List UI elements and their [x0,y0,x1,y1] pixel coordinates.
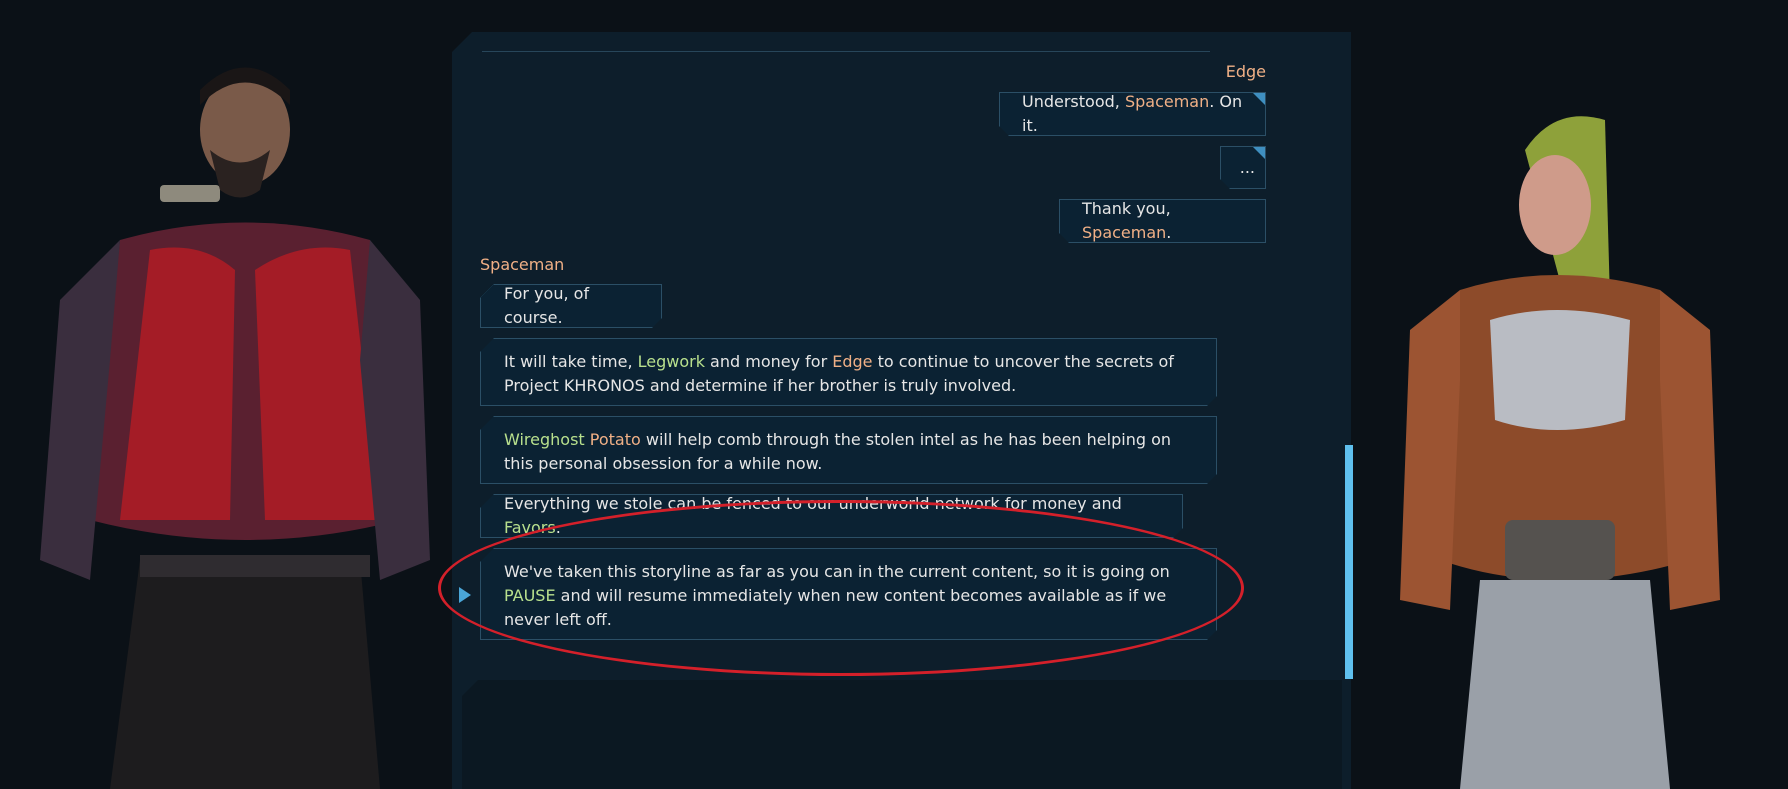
right-character-portrait [1400,116,1720,789]
dialog-scrollbar-thumb[interactable] [1345,445,1353,679]
speaker-name-edge: Edge [1225,62,1266,81]
dialog-line-text: Thank you, Spaceman. [1082,199,1172,242]
dialog-line-text: ... [1239,157,1255,177]
bubble-corner-marker [1253,147,1265,159]
dialog-line: Thank you, Spaceman. [1059,199,1266,243]
dialog-line-text: It will take time, Legwork and money for… [504,352,1174,395]
dialog-line: Wireghost Potato will help comb through … [480,416,1217,484]
bubble-corner-marker [1253,93,1265,105]
dialog-line: Understood, Spaceman. On it. [999,92,1266,136]
speaker-name-spaceman: Spaceman [480,255,565,274]
dialog-panel [452,32,1351,789]
red-annotation-ellipse [438,500,1244,676]
dialog-line: For you, of course. [480,284,662,328]
dialog-line-text: Wireghost Potato will help comb through … [504,430,1171,473]
dialog-line: ... [1220,146,1266,189]
response-footer-area [462,680,1342,789]
left-character-portrait [40,67,430,789]
panel-divider [482,51,1210,52]
dialog-line-text: For you, of course. [504,284,590,327]
dialog-line-text: Understood, Spaceman. On it. [1022,92,1243,135]
dialog-line: It will take time, Legwork and money for… [480,338,1217,406]
